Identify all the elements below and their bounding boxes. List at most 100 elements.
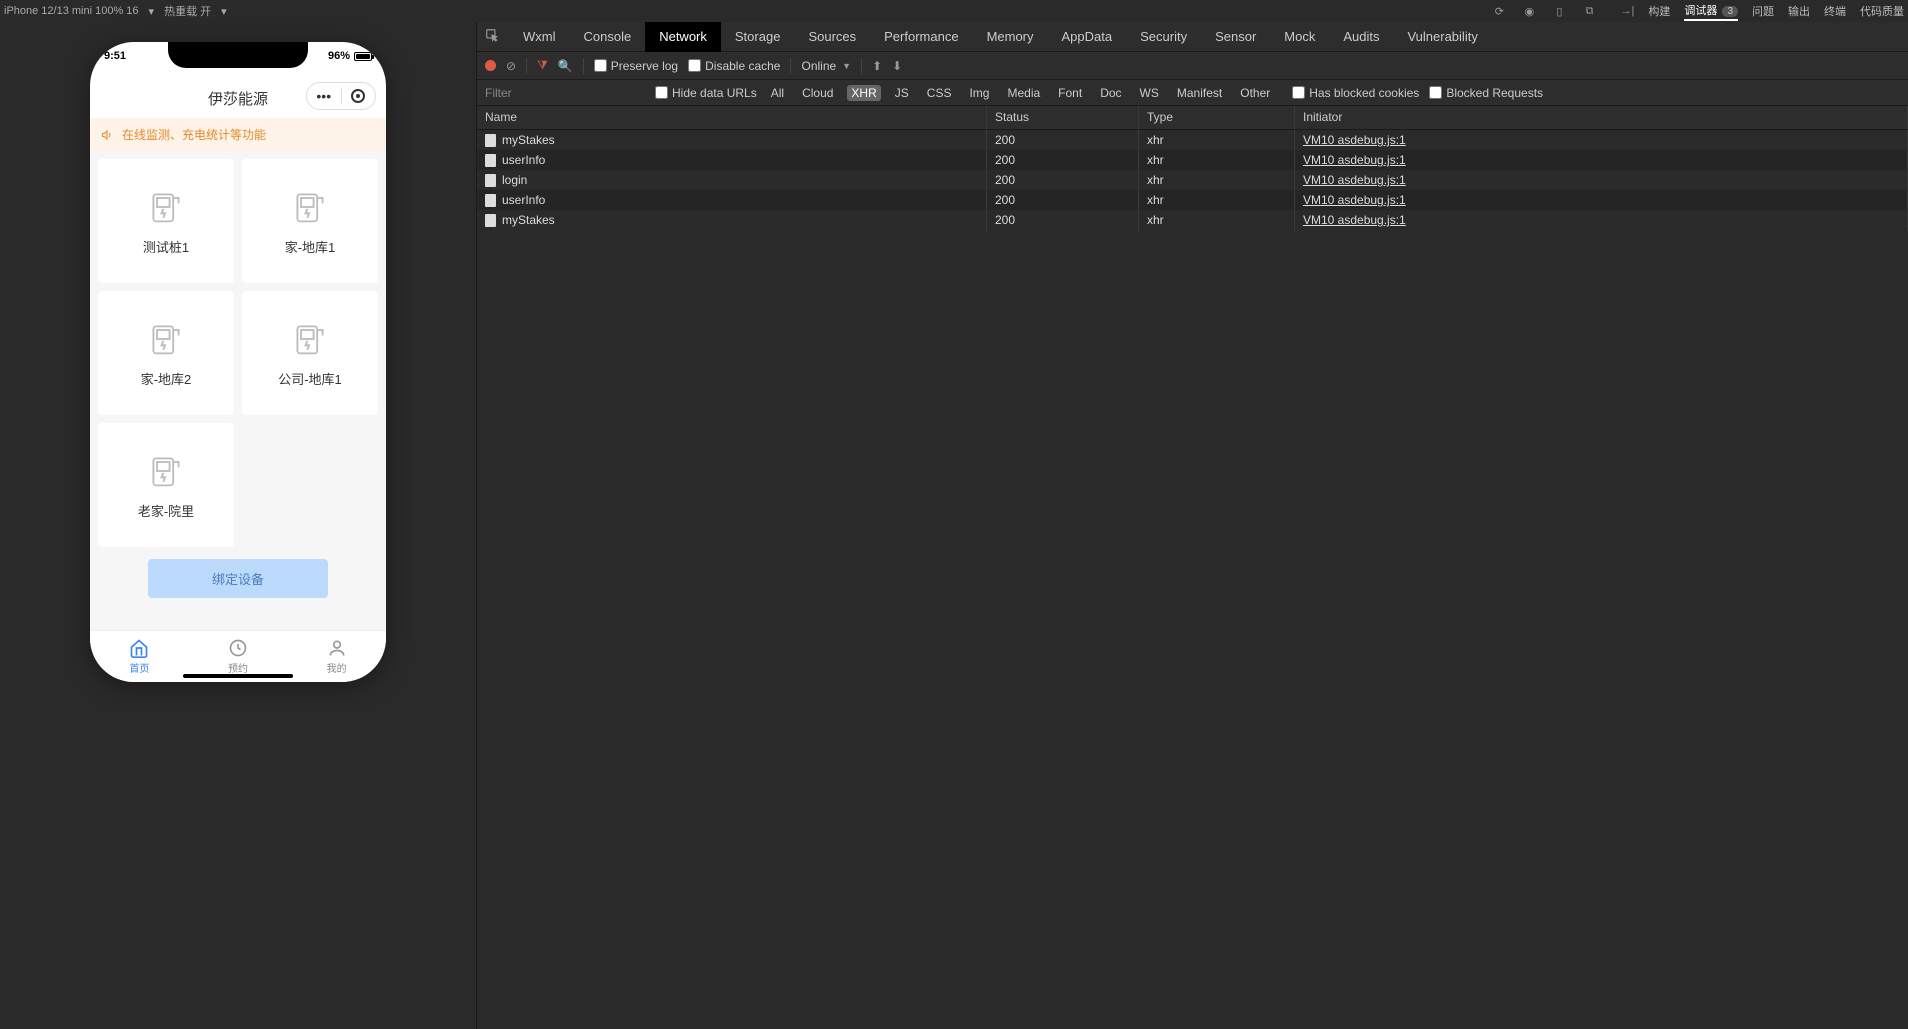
capsule-menu-icon[interactable]: ••• bbox=[307, 88, 341, 104]
device-card[interactable]: 家-地库1 bbox=[242, 159, 378, 283]
element-picker-icon[interactable] bbox=[485, 28, 499, 45]
capsule-button[interactable]: ••• bbox=[306, 82, 376, 110]
home-icon[interactable]: ◉ bbox=[1522, 4, 1536, 18]
bind-device-button[interactable]: 绑定设备 bbox=[148, 559, 328, 598]
ide-panel-tabs: →| 构建 调试器 3 问题 输出 终端 代码质量 bbox=[1620, 2, 1904, 21]
devtools-tabs: Wxml Console Network Storage Sources Per… bbox=[477, 22, 1908, 52]
filter-js[interactable]: JS bbox=[891, 85, 913, 101]
devtab-network[interactable]: Network bbox=[645, 22, 721, 52]
network-row[interactable]: userInfo200xhrVM10 asdebug.js:1 bbox=[477, 150, 1908, 170]
filter-xhr[interactable]: XHR bbox=[847, 85, 880, 101]
search-icon[interactable]: 🔍 bbox=[558, 59, 573, 73]
capsule-close-icon[interactable] bbox=[342, 89, 376, 103]
col-status-header[interactable]: Status bbox=[987, 106, 1139, 129]
network-row[interactable]: myStakes200xhrVM10 asdebug.js:1 bbox=[477, 210, 1908, 230]
devtab-sensor[interactable]: Sensor bbox=[1201, 22, 1270, 52]
collapse-icon[interactable]: →| bbox=[1620, 4, 1634, 18]
filter-media[interactable]: Media bbox=[1003, 85, 1044, 101]
refresh-icon[interactable]: ⟳ bbox=[1492, 4, 1506, 18]
initiator-link[interactable]: VM10 asdebug.js:1 bbox=[1303, 153, 1406, 167]
filter-all[interactable]: All bbox=[767, 85, 788, 101]
devtab-mock[interactable]: Mock bbox=[1270, 22, 1329, 52]
device-label: 测试桩1 bbox=[143, 237, 189, 256]
devtab-vulnerability[interactable]: Vulnerability bbox=[1393, 22, 1491, 52]
tab-terminal[interactable]: 终端 bbox=[1824, 3, 1846, 19]
network-toolbar: ⊘ ⧩ 🔍 Preserve log Disable cache Online▼… bbox=[477, 52, 1908, 80]
devtab-audits[interactable]: Audits bbox=[1329, 22, 1393, 52]
tab-problems[interactable]: 问题 bbox=[1752, 3, 1774, 19]
filter-input[interactable] bbox=[485, 86, 645, 100]
filter-doc[interactable]: Doc bbox=[1096, 85, 1125, 101]
device-dropdown-icon[interactable]: ▾ bbox=[149, 5, 155, 18]
tab-reserve-label: 预约 bbox=[228, 660, 248, 675]
tab-debugger-label: 调试器 bbox=[1684, 5, 1717, 17]
hotreload-dropdown-icon[interactable]: ▾ bbox=[221, 5, 227, 18]
device-card[interactable]: 老家-院里 bbox=[98, 423, 234, 547]
device-icon[interactable]: ▯ bbox=[1552, 4, 1566, 18]
record-button[interactable] bbox=[485, 60, 496, 71]
devtab-memory[interactable]: Memory bbox=[973, 22, 1048, 52]
initiator-link[interactable]: VM10 asdebug.js:1 bbox=[1303, 213, 1406, 227]
tab-codequality[interactable]: 代码质量 bbox=[1860, 3, 1904, 19]
request-status: 200 bbox=[987, 149, 1139, 171]
devtab-security[interactable]: Security bbox=[1126, 22, 1201, 52]
battery-percent: 96% bbox=[328, 50, 350, 62]
tab-mine[interactable]: 我的 bbox=[287, 631, 386, 682]
tab-build[interactable]: 构建 bbox=[1648, 3, 1670, 19]
device-card[interactable]: 公司-地库1 bbox=[242, 291, 378, 415]
device-selector[interactable]: iPhone 12/13 mini 100% 16 bbox=[4, 5, 139, 17]
throttling-selector[interactable]: Online▼ bbox=[801, 59, 851, 73]
blocked-requests-checkbox[interactable]: Blocked Requests bbox=[1429, 86, 1543, 100]
col-type-header[interactable]: Type bbox=[1139, 106, 1295, 129]
notice-bar[interactable]: 在线监测、充电统计等功能 bbox=[90, 118, 386, 151]
col-initiator-header[interactable]: Initiator bbox=[1295, 106, 1908, 129]
filter-other[interactable]: Other bbox=[1236, 85, 1274, 101]
filter-manifest[interactable]: Manifest bbox=[1173, 85, 1226, 101]
home-icon bbox=[129, 638, 149, 658]
file-icon bbox=[485, 154, 496, 167]
home-indicator bbox=[183, 674, 293, 678]
devtab-sources[interactable]: Sources bbox=[794, 22, 870, 52]
network-row[interactable]: myStakes200xhrVM10 asdebug.js:1 bbox=[477, 130, 1908, 150]
device-card[interactable]: 测试桩1 bbox=[98, 159, 234, 283]
request-name: userInfo bbox=[502, 193, 545, 207]
filter-ws[interactable]: WS bbox=[1136, 85, 1163, 101]
download-icon[interactable]: ⬇ bbox=[892, 59, 902, 73]
tab-home[interactable]: 首页 bbox=[90, 631, 189, 682]
phone-frame: 9:51 96% 伊莎能源 ••• 在线监测、充电统计等功能 bbox=[90, 42, 386, 682]
filter-icon[interactable]: ⧩ bbox=[537, 58, 548, 73]
upload-icon[interactable]: ⬆ bbox=[872, 59, 882, 73]
clear-icon[interactable]: ⊘ bbox=[506, 59, 516, 73]
hide-data-urls-checkbox[interactable]: Hide data URLs bbox=[655, 86, 757, 100]
device-card[interactable]: 家-地库2 bbox=[98, 291, 234, 415]
devtab-storage[interactable]: Storage bbox=[721, 22, 795, 52]
tab-debugger[interactable]: 调试器 3 bbox=[1684, 2, 1738, 21]
col-name-header[interactable]: Name bbox=[477, 106, 987, 129]
copy-icon[interactable]: ⧉ bbox=[1582, 4, 1596, 18]
filter-img[interactable]: Img bbox=[965, 85, 993, 101]
notice-text: 在线监测、充电统计等功能 bbox=[122, 126, 266, 143]
filter-font[interactable]: Font bbox=[1054, 85, 1086, 101]
hotreload-toggle[interactable]: 热重载 开 bbox=[164, 3, 211, 19]
network-row[interactable]: userInfo200xhrVM10 asdebug.js:1 bbox=[477, 190, 1908, 210]
tab-mine-label: 我的 bbox=[327, 660, 347, 675]
charger-icon bbox=[292, 187, 328, 227]
devtab-console[interactable]: Console bbox=[570, 22, 646, 52]
app-body: 在线监测、充电统计等功能 测试桩1 家-地库1 家-地库2 bbox=[90, 118, 386, 630]
filter-cloud[interactable]: Cloud bbox=[798, 85, 837, 101]
initiator-link[interactable]: VM10 asdebug.js:1 bbox=[1303, 193, 1406, 207]
preserve-log-checkbox[interactable]: Preserve log bbox=[594, 59, 678, 73]
request-status: 200 bbox=[987, 169, 1139, 191]
has-blocked-cookies-checkbox[interactable]: Has blocked cookies bbox=[1292, 86, 1419, 100]
devtab-appdata[interactable]: AppData bbox=[1048, 22, 1127, 52]
tab-output[interactable]: 输出 bbox=[1788, 3, 1810, 19]
initiator-link[interactable]: VM10 asdebug.js:1 bbox=[1303, 133, 1406, 147]
network-row[interactable]: login200xhrVM10 asdebug.js:1 bbox=[477, 170, 1908, 190]
request-type: xhr bbox=[1139, 169, 1295, 191]
initiator-link[interactable]: VM10 asdebug.js:1 bbox=[1303, 173, 1406, 187]
filter-css[interactable]: CSS bbox=[923, 85, 956, 101]
file-icon bbox=[485, 134, 496, 147]
devtab-performance[interactable]: Performance bbox=[870, 22, 972, 52]
devtab-wxml[interactable]: Wxml bbox=[509, 22, 570, 52]
disable-cache-checkbox[interactable]: Disable cache bbox=[688, 59, 780, 73]
